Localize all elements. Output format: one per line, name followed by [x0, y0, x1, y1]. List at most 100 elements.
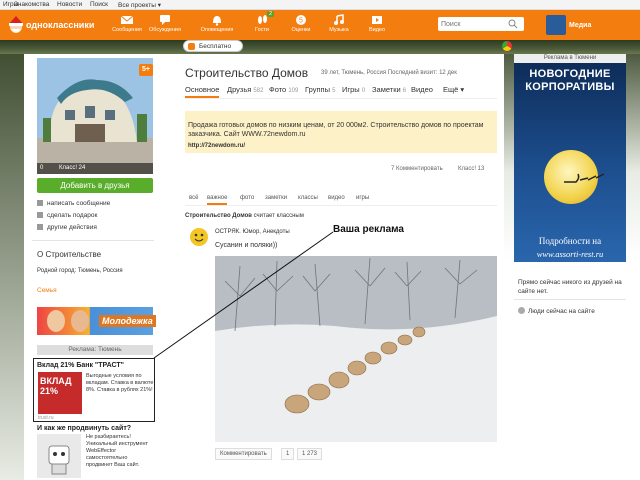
post-text: Сусанин и поляки)): [215, 242, 278, 249]
media-label[interactable]: Медиа: [569, 22, 591, 29]
topbar-link-search[interactable]: Поиск: [90, 1, 108, 8]
feed-tab-video[interactable]: видео: [328, 195, 345, 201]
trust-ad-source: trust.ru: [38, 415, 54, 421]
feed-tab-notes[interactable]: заметки: [265, 195, 287, 201]
age-rating-badge: 5+: [139, 64, 153, 76]
nav-video[interactable]: Видео: [356, 14, 398, 38]
tab-more[interactable]: Ещё ▾: [443, 85, 464, 94]
promote-ad-title[interactable]: И как же продвинуть сайт?: [37, 425, 131, 432]
tab-games-label: Игры: [342, 85, 360, 94]
tab-friends-label: Друзья: [227, 85, 252, 94]
status-comment-link[interactable]: 7 Комментировать: [391, 166, 443, 172]
profile-photo[interactable]: [37, 58, 153, 174]
page-background-left: [0, 40, 24, 480]
people-online-link[interactable]: Люди сейчас на сайте: [518, 307, 595, 315]
media-icon[interactable]: [546, 15, 566, 35]
right-ad-banner[interactable]: НОВОГОДНИЕ КОРПОРАТИВЫ Подробности на ww…: [514, 58, 626, 262]
post-group-name[interactable]: ОСТРЯК. Юмор, Анекдоты: [215, 229, 290, 235]
status-box: Продажа готовых домов по низким ценам, о…: [185, 111, 497, 153]
profile-name: Строительство Домов: [185, 66, 309, 80]
logo[interactable]: одноклассники: [6, 15, 94, 35]
tab-friends-count: 582: [253, 88, 264, 94]
status-text: Продажа готовых домов по низким ценам, о…: [188, 122, 484, 138]
post-comment-count[interactable]: 1: [281, 448, 295, 460]
feed-tab-all[interactable]: всё: [189, 195, 198, 201]
top-link-bar: Игры Знакомства Новости Поиск Все проект…: [0, 0, 640, 10]
language-icon[interactable]: [502, 41, 512, 51]
tab-photos-label: Фото: [269, 85, 287, 94]
post-header: Строительство Домов считает классным: [185, 213, 304, 219]
santa-logo-icon: [9, 16, 23, 33]
tab-groups[interactable]: Группы 5: [305, 85, 335, 94]
right-ad-url: www.assorti-rest.ru: [536, 249, 604, 259]
annotation-label: Ваша реклама: [333, 224, 404, 235]
online-friends-note: Прямо сейчас никого из друзей на сайте н…: [518, 279, 622, 295]
ad-banner-person: [47, 310, 65, 332]
divider: [32, 240, 154, 241]
tab-more-label: Ещё ▾: [443, 85, 465, 94]
group-avatar[interactable]: [190, 228, 208, 246]
nav-guests-label: Гости: [254, 27, 269, 33]
nav-messages[interactable]: Сообщения: [106, 14, 148, 38]
free-button[interactable]: Бесплатно: [183, 40, 243, 52]
topbar-link-dating[interactable]: Знакомства: [14, 1, 49, 8]
post-author[interactable]: Строительство Домов: [185, 213, 252, 219]
people-icon: [518, 307, 525, 314]
crooked-house-image: [37, 58, 153, 174]
make-gift-link[interactable]: сделать подарок: [37, 212, 97, 219]
envelope-small-icon: [37, 200, 43, 206]
ad-banner-person: [71, 310, 89, 332]
feed-tab-photos[interactable]: фото: [240, 195, 254, 201]
topbar-link-news[interactable]: Новости: [57, 1, 82, 8]
tab-video[interactable]: Видео: [411, 85, 433, 94]
free-button-label: Бесплатно: [199, 43, 232, 50]
main-header: одноклассники Сообщения Обсуждения Опове…: [0, 10, 640, 40]
right-ad-more: Подробности на: [538, 236, 602, 246]
nav-discussions[interactable]: Обсуждения: [144, 14, 186, 38]
ad-label-left: Реклама: Тюмень: [37, 345, 153, 355]
photo-likes-count[interactable]: Класс! 24: [59, 165, 85, 171]
other-actions-link[interactable]: другие действия: [37, 224, 97, 231]
profile-meta: 39 лет, Тюмень, Россия Последний визит: …: [321, 70, 457, 76]
nav-music-label: Музыка: [329, 27, 349, 33]
tab-friends[interactable]: Друзья 582: [227, 85, 263, 94]
ad-banner-text: Молодежка: [99, 315, 156, 327]
envelope-icon: [120, 15, 134, 24]
nav-music[interactable]: Музыка: [318, 14, 360, 38]
feed-tab-classes[interactable]: классы: [298, 195, 318, 201]
ad-banner-molodezhka[interactable]: Молодежка: [37, 307, 156, 335]
trust-ad-image-text: ВКЛАД 21%: [40, 376, 72, 396]
post-comment-button[interactable]: Комментировать: [215, 448, 272, 460]
chat-icon: [160, 15, 170, 25]
topbar-link-all-projects[interactable]: Все проекты ▾: [118, 1, 161, 9]
tab-photos[interactable]: Фото 109: [269, 85, 298, 94]
ok-logo-icon: [188, 43, 195, 50]
feed-tab-games[interactable]: игры: [356, 195, 369, 201]
tab-games-count: 0: [361, 88, 366, 94]
tab-games[interactable]: Игры 0: [342, 85, 365, 94]
rating-icon: 5: [296, 15, 306, 25]
promote-ad-desc: Не разбираетесь! Уникальный инструмент W…: [86, 434, 149, 468]
write-message-link[interactable]: написать сообщение: [37, 200, 110, 207]
promote-ad-image[interactable]: [37, 434, 81, 478]
tab-main[interactable]: Основное: [185, 85, 220, 98]
photo-comments-count[interactable]: 0: [40, 165, 43, 171]
post-image[interactable]: [215, 256, 497, 442]
status-like-link[interactable]: Класс! 13: [458, 166, 484, 172]
nav-ratings[interactable]: 5 Оценки: [280, 14, 322, 38]
add-friend-button[interactable]: Добавить в друзья: [37, 178, 153, 193]
sleigh-icon: [564, 173, 605, 183]
divider: [185, 205, 497, 206]
logo-text: одноклассники: [26, 20, 95, 30]
feed-tab-important[interactable]: важное: [207, 195, 228, 205]
search-icon[interactable]: [508, 19, 518, 29]
post-like-button[interactable]: 1 273: [297, 448, 323, 460]
nav-notifications[interactable]: Оповещения: [196, 14, 238, 38]
trust-ad-image: ВКЛАД 21%: [38, 372, 82, 414]
status-link[interactable]: http://72newdom.ru/: [188, 143, 245, 149]
trust-ad[interactable]: Вклад 21% Банк "ТРАСТ" ВКЛАД 21% Выгодны…: [33, 358, 155, 422]
nav-guests[interactable]: Гости 2: [241, 11, 283, 38]
music-icon: [334, 14, 344, 25]
family-link[interactable]: Семья: [37, 287, 57, 294]
tab-notes[interactable]: Заметки 6: [372, 85, 406, 94]
